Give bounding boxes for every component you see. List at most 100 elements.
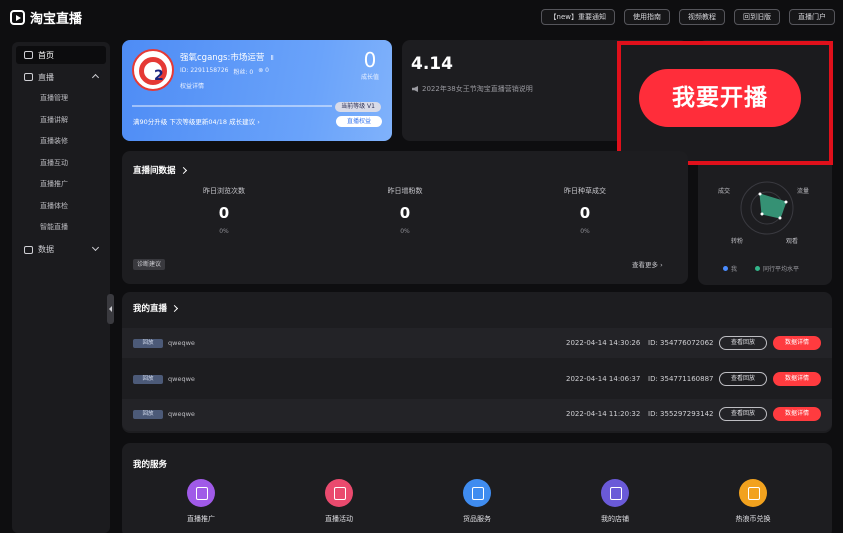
home-icon bbox=[24, 51, 33, 59]
live-name: qweqwe bbox=[168, 410, 195, 418]
level-badge: 当前等级 V1 bbox=[335, 102, 381, 112]
top-bar: 淘宝直播 【new】重要通知 使用指南 视频教程 回到旧版 直播门户 bbox=[0, 0, 843, 34]
stat-value: 0 bbox=[218, 204, 230, 222]
service-goods[interactable]: 货品服务 bbox=[432, 479, 522, 524]
legend-dot-peer bbox=[755, 266, 760, 271]
live-time: 2022-04-14 14:30:26 bbox=[566, 339, 641, 347]
my-lives-title[interactable]: 我的直播 bbox=[133, 302, 179, 314]
profile-id: ID: 2291158726 bbox=[180, 67, 229, 74]
topnav-tutorial[interactable]: 视频教程 bbox=[679, 9, 725, 25]
data-detail-button[interactable]: 数据详情 bbox=[773, 407, 821, 421]
service-label: 热浪币兑换 bbox=[735, 515, 771, 523]
sidebar-item-live-explain[interactable]: 直播讲解 bbox=[12, 112, 110, 128]
replay-tag: 回放 bbox=[133, 375, 163, 384]
radar-point bbox=[784, 200, 788, 204]
profile-rights-link[interactable]: 权益详情 bbox=[180, 81, 204, 90]
sidebar-item-label: 首页 bbox=[38, 50, 54, 60]
profile-meta: ID: 2291158726 粉丝: 0 ⊗ 0 bbox=[180, 67, 269, 76]
table-row: 回放 qweqwe 2022-04-14 14:30:26 ID: 354776… bbox=[122, 328, 832, 358]
profile-fans: 粉丝: 0 bbox=[233, 69, 254, 76]
room-data-title[interactable]: 直播间数据 bbox=[133, 164, 187, 176]
data-detail-button[interactable]: 数据详情 bbox=[773, 336, 821, 350]
service-activity[interactable]: 直播活动 bbox=[294, 479, 384, 524]
sidebar-item-live-manage[interactable]: 直播管理 bbox=[12, 90, 110, 106]
activity-icon bbox=[325, 479, 353, 507]
stat-value: 0 bbox=[399, 204, 411, 222]
live-name: qweqwe bbox=[168, 339, 195, 347]
avatar-mark: 2 bbox=[154, 68, 164, 84]
sidebar-item-live-decor[interactable]: 直播装修 bbox=[12, 133, 110, 149]
sidebar-item-live-promote[interactable]: 直播推广 bbox=[12, 176, 110, 192]
stat-views: 昨日浏览次数 0 0% bbox=[174, 186, 274, 235]
profile-name: 强氧cgangs:市场运营 Ⅱ bbox=[180, 51, 274, 63]
play-logo-icon bbox=[10, 10, 25, 25]
legend-label: 同行平均水平 bbox=[763, 266, 800, 273]
radar-label-watch: 观看 bbox=[786, 238, 799, 245]
live-time: 2022-04-14 14:06:37 bbox=[566, 375, 641, 383]
service-label: 货品服务 bbox=[463, 515, 491, 523]
stat-value: 0 bbox=[579, 204, 591, 222]
legend-label: 我 bbox=[731, 266, 738, 273]
stat-label: 昨日增粉数 bbox=[387, 187, 423, 195]
sidebar-item-smart-live[interactable]: 智能直播 bbox=[12, 219, 110, 235]
chevron-down-icon bbox=[91, 243, 100, 251]
table-row: 回放 qweqwe 2022-04-14 11:20:32 ID: 355297… bbox=[122, 399, 832, 431]
sidebar: 首页 直播 直播管理 直播讲解 直播装修 直播互动 直播推广 直播体检 智能直播… bbox=[12, 42, 110, 533]
topnav-notice[interactable]: 【new】重要通知 bbox=[540, 9, 615, 25]
growth-tip[interactable]: 满90分升级 下次等级更新04/18 成长建议 › bbox=[133, 116, 260, 126]
growth-progress bbox=[132, 105, 332, 107]
sidebar-item-data[interactable]: 数据 bbox=[16, 241, 106, 259]
topnav-portal[interactable]: 直播门户 bbox=[789, 9, 835, 25]
topnav-guide[interactable]: 使用指南 bbox=[624, 9, 670, 25]
live-id: ID: 354771160887 bbox=[648, 375, 714, 383]
stat-label: 昨日种草成交 bbox=[564, 187, 606, 195]
app-logo[interactable]: 淘宝直播 bbox=[10, 8, 82, 27]
sidebar-item-label: 数据 bbox=[38, 245, 54, 254]
sidebar-item-home[interactable]: 首页 bbox=[16, 46, 106, 64]
live-time: 2022-04-14 11:20:32 bbox=[566, 410, 641, 418]
live-icon bbox=[24, 73, 33, 81]
see-more-link[interactable]: 查看更多 › bbox=[632, 259, 663, 269]
app-title: 淘宝直播 bbox=[30, 12, 83, 27]
service-coins[interactable]: 热浪币兑换 bbox=[708, 479, 798, 524]
view-replay-button[interactable]: 查看回放 bbox=[719, 407, 767, 421]
sidebar-collapse-handle[interactable] bbox=[107, 294, 114, 324]
sidebar-item-live-interact[interactable]: 直播互动 bbox=[12, 155, 110, 171]
sidebar-item-live[interactable]: 直播 bbox=[16, 68, 106, 86]
table-row: 回放 qweqwe 2022-04-14 14:06:37 ID: 354771… bbox=[122, 364, 832, 394]
profile-level-suffix: Ⅱ bbox=[270, 54, 274, 62]
section-title-text: 直播间数据 bbox=[133, 166, 176, 176]
profile-name-text: 强氧cgangs:市场运营 bbox=[180, 53, 265, 63]
service-shop[interactable]: 我的店铺 bbox=[570, 479, 660, 524]
radar-point bbox=[760, 212, 764, 216]
chevron-right-icon bbox=[179, 166, 187, 175]
sidebar-item-live-check[interactable]: 直播体检 bbox=[12, 198, 110, 214]
start-live-button[interactable]: 我要开播 bbox=[639, 69, 801, 127]
diagnosis-button[interactable]: 诊断建议 bbox=[133, 259, 166, 270]
sidebar-item-label: 直播 bbox=[38, 72, 54, 82]
live-rights-button[interactable]: 直播权益 bbox=[336, 116, 382, 127]
stat-pct: 0% bbox=[400, 228, 410, 235]
view-replay-button[interactable]: 查看回放 bbox=[719, 372, 767, 386]
data-detail-button[interactable]: 数据详情 bbox=[773, 372, 821, 386]
speaker-icon bbox=[412, 86, 418, 92]
radar-label-fans: 转粉 bbox=[731, 238, 744, 245]
shop-icon bbox=[601, 479, 629, 507]
legend-me: 我 bbox=[723, 264, 737, 273]
radar-point bbox=[758, 192, 762, 196]
avatar[interactable]: 2 bbox=[132, 49, 174, 91]
notice-date: 4.14 bbox=[411, 54, 453, 74]
promote-icon bbox=[187, 479, 215, 507]
stat-pct: 0% bbox=[219, 228, 229, 235]
notice-line[interactable]: 2022年38女王节淘宝直播营销说明 bbox=[412, 84, 533, 94]
chevron-up-icon bbox=[91, 73, 100, 82]
notice-text: 2022年38女王节淘宝直播营销说明 bbox=[422, 85, 533, 93]
growth-score: 0 bbox=[363, 48, 377, 72]
chevron-right-icon bbox=[170, 304, 179, 313]
service-label: 我的店铺 bbox=[601, 515, 629, 523]
view-replay-button[interactable]: 查看回放 bbox=[719, 336, 767, 350]
coin-icon bbox=[739, 479, 767, 507]
topnav-old-version[interactable]: 回到旧版 bbox=[734, 9, 780, 25]
service-promote[interactable]: 直播推广 bbox=[156, 479, 246, 524]
services-title: 我的服务 bbox=[133, 460, 168, 470]
